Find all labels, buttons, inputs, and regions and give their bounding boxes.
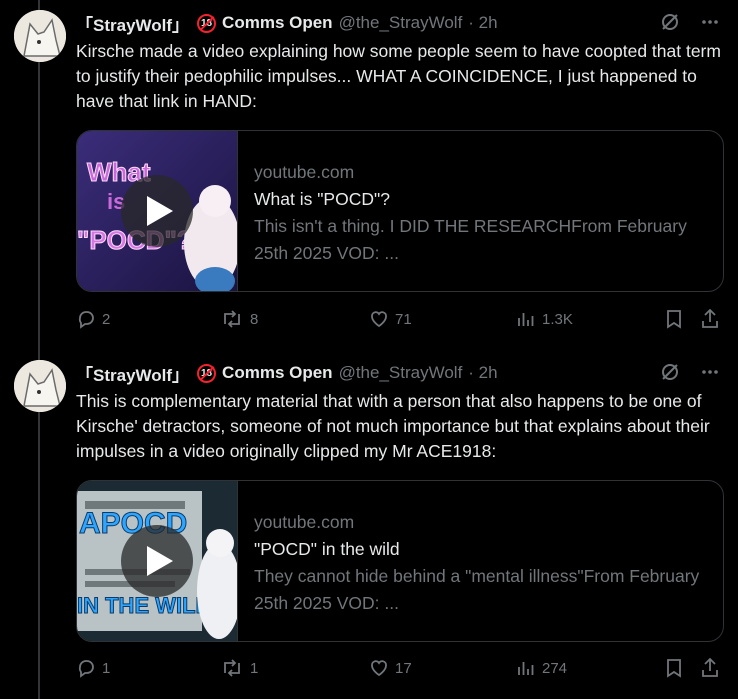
card-text: youtube.com What is "POCD"? This isn't a… <box>237 131 723 291</box>
card-text: youtube.com "POCD" in the wild They cann… <box>237 481 723 641</box>
reply-icon <box>78 311 94 329</box>
tweet[interactable]: 「StrayWolf」 18 Comms Open @the_StrayWolf… <box>0 0 738 345</box>
header-actions <box>660 362 720 387</box>
card-title: "POCD" in the wild <box>254 539 400 559</box>
card-domain: youtube.com <box>254 512 355 532</box>
display-name[interactable]: 「StrayWolf」 <box>76 361 189 386</box>
heart-icon <box>371 660 387 677</box>
link-card[interactable]: What is "POCD"? youtube.com What is "POC… <box>76 130 724 292</box>
card-description: This isn't a thing. I DID THE RESEARCHFr… <box>254 216 687 263</box>
views-button[interactable]: 274 <box>516 658 567 678</box>
link-card[interactable]: APOCD IN THE WILD youtube.com "POCD" in … <box>76 480 724 642</box>
bookmark-icon <box>667 310 681 329</box>
like-button[interactable]: 17 <box>369 658 412 678</box>
share-button[interactable] <box>700 309 720 329</box>
repost-count: 8 <box>250 310 259 328</box>
share-button[interactable] <box>700 658 720 678</box>
repost-button[interactable]: 1 <box>220 658 258 678</box>
repost-button[interactable]: 8 <box>220 309 258 329</box>
tweet-header: 「StrayWolf」 18 Comms Open @the_StrayWolf… <box>76 11 498 36</box>
reply-count: 1 <box>102 659 111 677</box>
more-options-icon[interactable] <box>700 362 720 387</box>
view-count: 274 <box>542 659 568 677</box>
play-icon[interactable] <box>121 175 193 247</box>
reply-button[interactable]: 2 <box>76 309 110 329</box>
grok-icon[interactable] <box>660 362 680 387</box>
share-icon <box>702 658 718 677</box>
action-bar: 2 8 71 1.3K <box>76 309 726 333</box>
play-icon[interactable] <box>121 525 193 597</box>
views-button[interactable]: 1.3K <box>516 309 573 329</box>
tweet-text: This is complementary material that with… <box>76 391 710 461</box>
video-thumbnail[interactable]: APOCD IN THE WILD <box>77 481 237 641</box>
svg-text:IN THE WILD: IN THE WILD <box>77 593 211 618</box>
age-restriction-icon: 18 <box>197 13 217 33</box>
header-actions <box>660 12 720 37</box>
card-description: They cannot hide behind a "mental illnes… <box>254 566 700 613</box>
handle[interactable]: @the_StrayWolf <box>339 13 463 33</box>
tweet-header: 「StrayWolf」 18 Comms Open @the_StrayWolf… <box>76 361 498 386</box>
action-bar: 1 1 17 274 <box>76 658 726 682</box>
more-options-icon[interactable] <box>700 12 720 37</box>
avatar[interactable] <box>14 10 66 62</box>
repost-count: 1 <box>250 659 259 677</box>
heart-icon <box>371 311 387 328</box>
reply-button[interactable]: 1 <box>76 658 110 678</box>
bookmark-button[interactable] <box>664 658 684 678</box>
bookmark-icon <box>667 659 681 678</box>
analytics-icon <box>518 662 534 675</box>
video-thumbnail[interactable]: What is "POCD"? <box>77 131 237 291</box>
card-domain: youtube.com <box>254 162 355 182</box>
like-count: 71 <box>395 310 412 328</box>
reply-count: 2 <box>102 310 111 328</box>
timestamp[interactable]: · 2h <box>468 13 497 33</box>
display-name[interactable]: 「StrayWolf」 <box>76 11 189 36</box>
handle[interactable]: @the_StrayWolf <box>339 363 463 383</box>
name-suffix[interactable]: Comms Open <box>222 363 333 383</box>
tweet[interactable]: 「StrayWolf」 18 Comms Open @the_StrayWolf… <box>0 350 738 699</box>
avatar[interactable] <box>14 360 66 412</box>
like-count: 17 <box>395 659 412 677</box>
share-icon <box>702 309 718 328</box>
bookmark-button[interactable] <box>664 309 684 329</box>
analytics-icon <box>518 313 534 326</box>
reply-icon <box>78 660 94 678</box>
like-button[interactable]: 71 <box>369 309 412 329</box>
age-restriction-icon: 18 <box>197 363 217 383</box>
name-suffix[interactable]: Comms Open <box>222 13 333 33</box>
timestamp[interactable]: · 2h <box>468 363 497 383</box>
card-title: What is "POCD"? <box>254 189 390 209</box>
repost-icon <box>224 659 240 677</box>
repost-icon <box>224 310 240 328</box>
grok-icon[interactable] <box>660 12 680 37</box>
view-count: 1.3K <box>542 310 573 328</box>
tweet-text: Kirsche made a video explaining how some… <box>76 41 721 111</box>
